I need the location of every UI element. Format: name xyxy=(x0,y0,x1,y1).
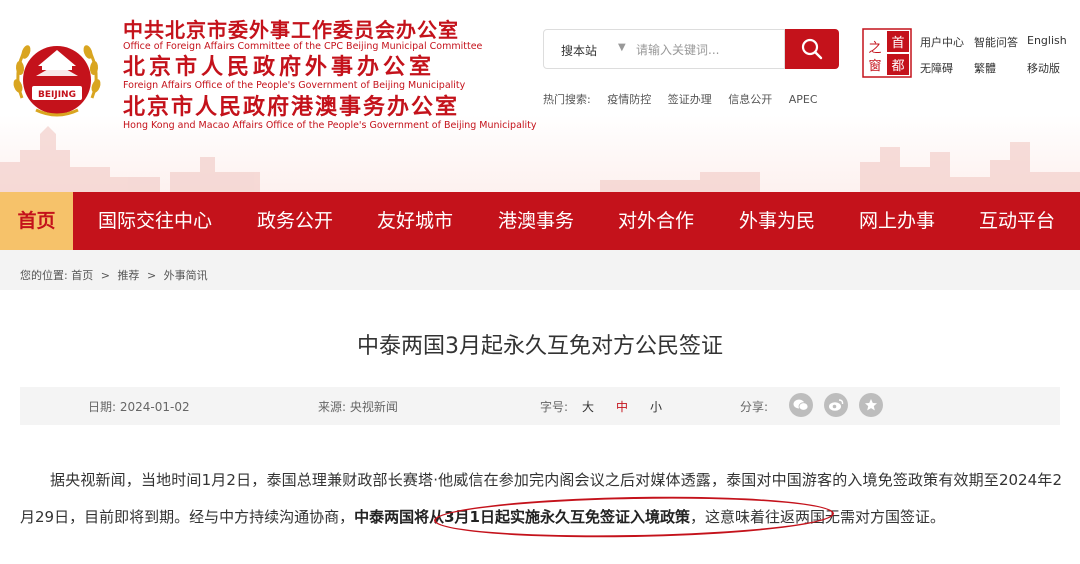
hot-keyword[interactable]: 疫情防控 xyxy=(607,93,651,106)
search-input[interactable] xyxy=(634,38,778,62)
weibo-icon[interactable] xyxy=(824,393,848,417)
title-cn-foreign-affairs: 北京市人民政府外事办公室 xyxy=(123,55,436,81)
utility-links: 用户中心 智能问答 English 无障碍 繁體 移动版 xyxy=(920,34,1070,86)
nav-item-online-services[interactable]: 网上办事 xyxy=(847,192,947,250)
user-center-link[interactable]: 用户中心 xyxy=(920,34,964,50)
main-nav: 首页 国际交往中心 政务公开 友好城市 港澳事务 对外合作 外事为民 网上办事 … xyxy=(0,192,1080,250)
accessibility-link[interactable]: 无障碍 xyxy=(920,60,953,76)
nav-item-foreign-cooperation[interactable]: 对外合作 xyxy=(606,192,706,250)
title-en-foreign-affairs: Foreign Affairs Office of the People's G… xyxy=(123,80,466,92)
share-label: 分享: xyxy=(740,400,769,414)
title-en-party: Office of Foreign Affairs Committee of t… xyxy=(123,41,483,52)
title-cn-hk-macao: 北京市人民政府港澳事务办公室 xyxy=(123,94,460,120)
search-box: 搜本站 ▼ xyxy=(543,29,785,69)
hot-keyword[interactable]: 签证办理 xyxy=(668,93,712,106)
site-titles: 中共北京市委外事工作委员会办公室 Office of Foreign Affai… xyxy=(123,18,537,136)
font-size-small[interactable]: 小 xyxy=(650,398,662,415)
nav-item-hk-macao[interactable]: 港澳事务 xyxy=(486,192,586,250)
nav-item-government-affairs[interactable]: 政务公开 xyxy=(245,192,345,250)
site-header: BEIJING 中共北京市委外事工作委员会办公室 Office of Forei… xyxy=(0,0,1080,192)
date-value: 2024-01-02 xyxy=(119,400,190,414)
breadcrumb-separator: > xyxy=(146,269,157,282)
search-button[interactable] xyxy=(785,29,839,69)
title-en-hk-macao: Hong Kong and Macao Affairs Office of th… xyxy=(123,119,537,131)
hot-search: 热门搜索: 疫情防控 签证办理 信息公开 APEC xyxy=(543,91,831,107)
breadcrumb-prefix: 您的位置: xyxy=(20,269,68,282)
hot-keyword[interactable]: APEC xyxy=(789,93,818,106)
date-label: 日期: xyxy=(88,400,117,414)
breadcrumb-separator: > xyxy=(100,269,110,282)
nav-item-home[interactable]: 首页 xyxy=(0,192,73,250)
hot-keyword[interactable]: 信息公开 xyxy=(728,93,772,106)
svg-text:首: 首 xyxy=(891,36,904,51)
breadcrumb: 您的位置: 首页 > 推荐 > 外事简讯 xyxy=(20,267,208,283)
svg-text:之: 之 xyxy=(868,41,881,56)
emblem-label: BEIJING xyxy=(38,90,76,100)
capital-window-logo[interactable]: 首 都 之 窗 xyxy=(862,28,912,78)
font-size-label: 字号: xyxy=(540,400,569,414)
wechat-icon[interactable] xyxy=(789,393,813,417)
source-info: 来源: 央视新闻 xyxy=(318,398,398,415)
dropdown-arrow-icon[interactable]: ▼ xyxy=(618,42,626,53)
title-cn-party: 中共北京市委外事工作委员会办公室 xyxy=(123,18,459,42)
smart-qa-link[interactable]: 智能问答 xyxy=(974,34,1018,50)
breadcrumb-item[interactable]: 首页 xyxy=(71,269,93,282)
svg-text:窗: 窗 xyxy=(868,58,881,74)
nav-item-international-center[interactable]: 国际交往中心 xyxy=(85,192,225,250)
mobile-version-link[interactable]: 移动版 xyxy=(1027,60,1060,76)
source-value: 央视新闻 xyxy=(349,400,398,414)
favorite-icon[interactable] xyxy=(859,393,883,417)
breadcrumb-item[interactable]: 推荐 xyxy=(117,269,139,282)
traditional-chinese-link[interactable]: 繁體 xyxy=(974,60,996,76)
article-title: 中泰两国3月起永久互免对方公民签证 xyxy=(357,334,723,359)
english-link[interactable]: English xyxy=(1027,34,1067,47)
article-meta-bar: 日期: 2024-01-02 来源: 央视新闻 字号: 大 中 小 分享: xyxy=(20,387,1060,425)
nav-item-sister-cities[interactable]: 友好城市 xyxy=(365,192,465,250)
beijing-emblem-logo: BEIJING xyxy=(13,45,101,117)
font-size-large[interactable]: 大 xyxy=(582,398,594,415)
source-label: 来源: xyxy=(318,400,347,414)
search-icon xyxy=(801,38,823,60)
breadcrumb-item[interactable]: 外事简讯 xyxy=(164,269,208,282)
date-info: 日期: 2024-01-02 xyxy=(88,398,190,415)
hot-search-label: 热门搜索: xyxy=(543,93,591,106)
search-bar: 搜本站 ▼ xyxy=(543,29,839,71)
nav-item-services[interactable]: 外事为民 xyxy=(727,192,827,250)
font-size-medium[interactable]: 中 xyxy=(616,398,628,415)
search-scope-selector[interactable]: 搜本站 xyxy=(561,42,597,59)
nav-item-interaction[interactable]: 互动平台 xyxy=(967,192,1067,250)
svg-text:都: 都 xyxy=(891,59,904,74)
